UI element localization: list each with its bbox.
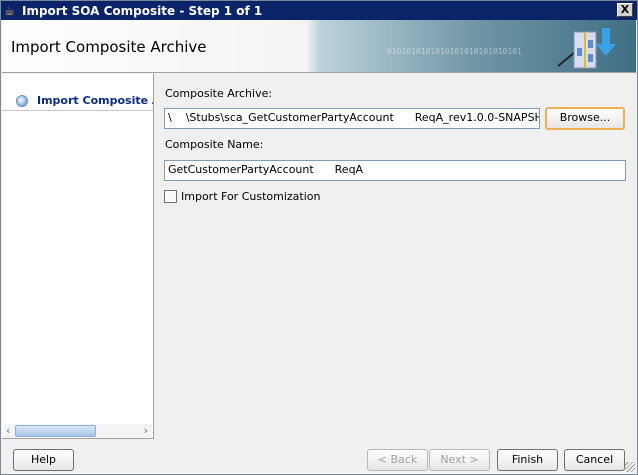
- current-step-icon: [16, 94, 28, 107]
- scroll-right-icon[interactable]: ›: [144, 424, 148, 437]
- browse-button[interactable]: Browse...: [545, 107, 625, 130]
- title-bar: ☕ Import SOA Composite - Step 1 of 1 X: [1, 1, 637, 20]
- import-archive-icon: [557, 28, 616, 69]
- cancel-button[interactable]: Cancel: [564, 449, 625, 471]
- horizontal-scrollbar[interactable]: ‹ ›: [4, 424, 152, 438]
- step-label: Import Composite Archive: [37, 94, 153, 107]
- back-button[interactable]: < Back: [367, 449, 428, 471]
- composite-name-label: Composite Name:: [165, 138, 264, 151]
- finish-button[interactable]: Finish: [497, 449, 558, 471]
- java-cup-icon: ☕: [4, 3, 15, 18]
- wizard-header: Import Composite Archive 010101010101010…: [2, 20, 636, 73]
- composite-archive-input[interactable]: \ \Stubs\sca_GetCustomerPartyAccount Req…: [164, 108, 540, 129]
- window-title: Import SOA Composite - Step 1 of 1: [22, 3, 263, 18]
- scrollbar-thumb[interactable]: [15, 425, 96, 437]
- steps-panel: Import Composite Archive ‹ ›: [2, 74, 154, 439]
- import-for-customization-label[interactable]: Import For Customization: [181, 190, 320, 203]
- import-soa-composite-dialog: ☕ Import SOA Composite - Step 1 of 1 X I…: [0, 0, 638, 475]
- next-button[interactable]: Next >: [429, 449, 490, 471]
- import-for-customization-checkbox[interactable]: [164, 190, 177, 203]
- scroll-left-icon[interactable]: ‹: [6, 424, 10, 437]
- help-button[interactable]: Help: [13, 449, 74, 471]
- resize-grip-icon[interactable]: [625, 462, 635, 472]
- page-title: Import Composite Archive: [11, 38, 207, 56]
- composite-archive-label: Composite Archive:: [165, 87, 273, 100]
- step-divider: [2, 110, 153, 111]
- step-import-composite-archive[interactable]: Import Composite Archive: [16, 94, 153, 107]
- close-button[interactable]: X: [617, 3, 633, 17]
- header-binary-decoration: 0101010101010101010101010101: [387, 47, 522, 56]
- composite-name-input[interactable]: GetCustomerPartyAccount ReqA: [164, 160, 626, 181]
